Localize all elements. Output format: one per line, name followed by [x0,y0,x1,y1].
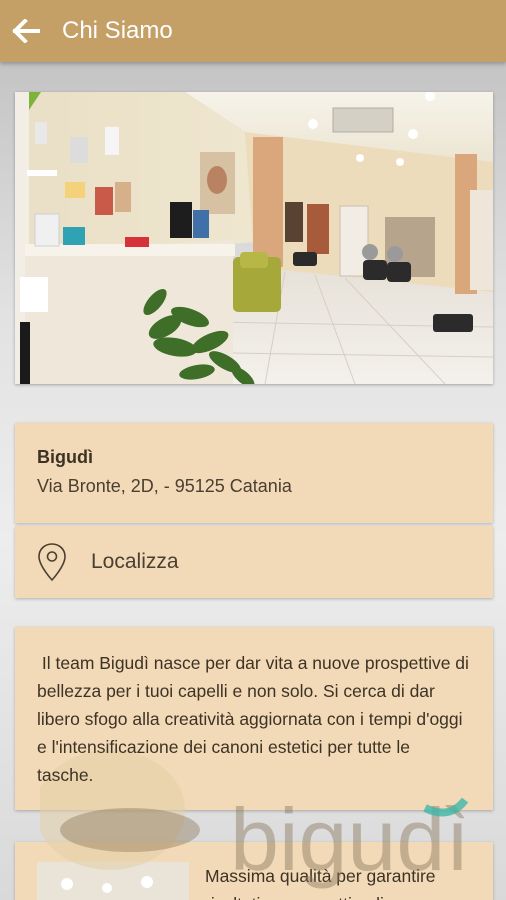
feature-text: Massima qualità per garantire risultati … [205,866,436,900]
salon-photo [15,92,493,384]
description-card: Il team Bigudì nasce per dar vita a nuov… [15,627,493,810]
address-card: Bigudì Via Bronte, 2D, - 95125 Catania [15,423,493,523]
feature-card: Massima qualità per garantire risultati … [15,842,493,900]
description-text: Il team Bigudì nasce per dar vita a nuov… [37,653,474,785]
locate-label: Localizza [91,550,179,573]
arrow-left-icon [12,19,40,43]
business-name: Bigudì [37,447,93,467]
map-pin-icon [38,543,66,582]
feature-thumbnail [37,862,189,900]
back-button[interactable] [0,0,52,62]
business-address: Via Bronte, 2D, - 95125 Catania [37,476,292,496]
locate-button[interactable]: Localizza [15,526,493,598]
page-title: Chi Siamo [62,17,173,44]
app-bar: Chi Siamo [0,0,506,62]
